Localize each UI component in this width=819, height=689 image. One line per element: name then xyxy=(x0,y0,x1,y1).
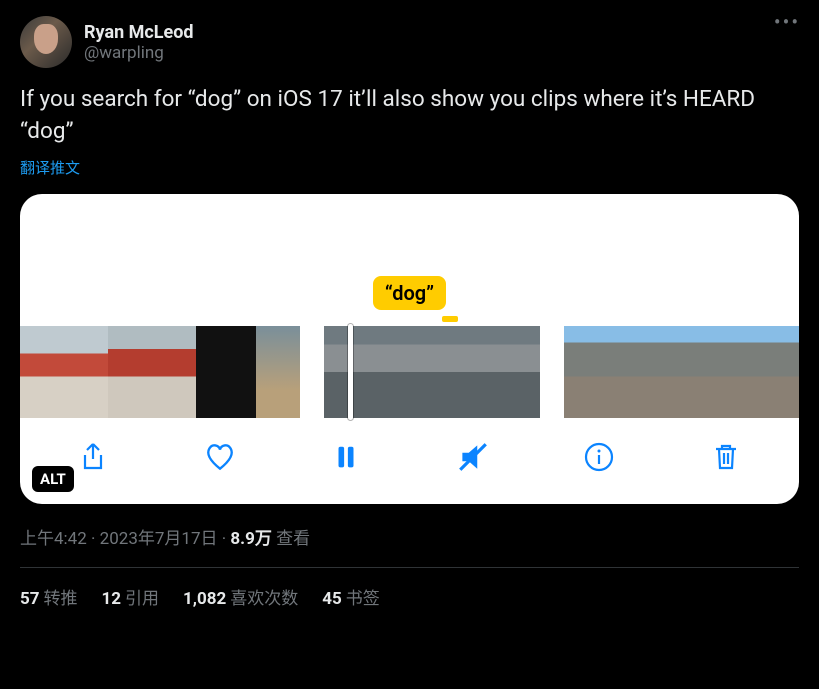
user-names: Ryan McLeod @warpling xyxy=(84,22,194,63)
clip-group-1[interactable] xyxy=(20,326,300,418)
clip-thumb[interactable] xyxy=(256,326,300,418)
views-count: 8.9万 xyxy=(230,529,271,549)
heart-icon[interactable] xyxy=(203,440,237,474)
tweet-stats: 57转推 12引用 1,082喜欢次数 45书签 xyxy=(20,584,799,609)
stat-bookmarks[interactable]: 45书签 xyxy=(322,584,380,609)
mute-icon[interactable] xyxy=(456,440,490,474)
clip-thumb[interactable] xyxy=(696,326,740,418)
translate-link[interactable]: 翻译推文 xyxy=(20,157,80,178)
media-card[interactable]: “dog” xyxy=(20,194,799,504)
clip-thumb[interactable] xyxy=(564,326,608,418)
clip-thumb[interactable] xyxy=(108,326,152,418)
meta-time: 上午4:42 xyxy=(20,529,87,549)
clip-thumb[interactable] xyxy=(64,326,108,418)
media-toolbar xyxy=(20,418,799,504)
clip-strip[interactable] xyxy=(20,326,799,418)
tweet-header: Ryan McLeod @warpling ••• xyxy=(20,16,799,68)
display-name[interactable]: Ryan McLeod xyxy=(84,22,194,43)
clip-thumb[interactable] xyxy=(486,326,540,418)
user-handle[interactable]: @warpling xyxy=(84,43,194,63)
share-icon[interactable] xyxy=(76,440,110,474)
user-row[interactable]: Ryan McLeod @warpling xyxy=(20,16,194,68)
clip-group-2[interactable] xyxy=(324,326,540,418)
meta-date: 2023年7月17日 xyxy=(100,529,218,549)
pause-icon[interactable] xyxy=(329,440,363,474)
tweet-text: If you search for “dog” on iOS 17 it’ll … xyxy=(20,84,799,147)
stat-likes[interactable]: 1,082喜欢次数 xyxy=(183,584,298,609)
clip-thumb[interactable] xyxy=(784,326,799,418)
stat-quotes[interactable]: 12引用 xyxy=(102,584,160,609)
caption-bubble: “dog” xyxy=(373,276,446,310)
avatar[interactable] xyxy=(20,16,72,68)
stat-retweets[interactable]: 57转推 xyxy=(20,584,78,609)
clip-thumb[interactable] xyxy=(608,326,652,418)
clip-thumb[interactable] xyxy=(740,326,784,418)
clip-thumb[interactable] xyxy=(652,326,696,418)
card-spacer xyxy=(20,194,799,276)
clip-thumb[interactable] xyxy=(196,326,256,418)
playhead[interactable] xyxy=(348,324,353,420)
clip-thumb[interactable] xyxy=(152,326,196,418)
divider xyxy=(20,567,799,568)
clip-thumb[interactable] xyxy=(378,326,432,418)
clip-thumb[interactable] xyxy=(20,326,64,418)
trash-icon[interactable] xyxy=(709,440,743,474)
alt-badge[interactable]: ALT xyxy=(32,466,74,492)
clip-group-3[interactable] xyxy=(564,326,799,418)
tweet-container: Ryan McLeod @warpling ••• If you search … xyxy=(0,0,819,625)
caption-marker xyxy=(442,316,458,322)
caption-bubble-row: “dog” xyxy=(20,276,799,316)
clip-thumb[interactable] xyxy=(432,326,486,418)
more-icon[interactable]: ••• xyxy=(775,16,799,40)
tweet-meta[interactable]: 上午4:42 · 2023年7月17日 · 8.9万 查看 xyxy=(20,524,799,549)
info-icon[interactable] xyxy=(582,440,616,474)
views-label: 查看 xyxy=(272,529,310,549)
